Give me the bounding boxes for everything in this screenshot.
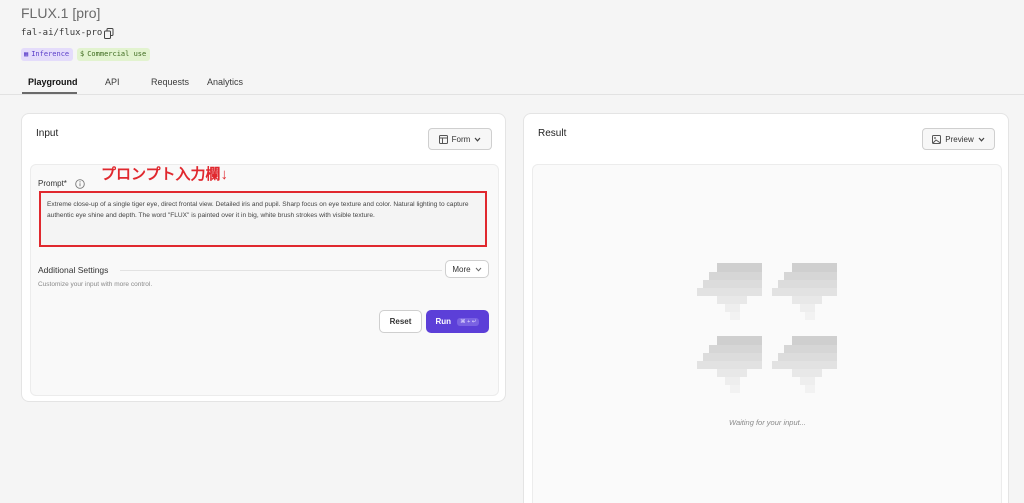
page-title: FLUX.1 [pro]	[21, 5, 101, 21]
tab-api[interactable]: API	[105, 77, 120, 87]
settings-divider	[120, 270, 442, 271]
result-panel-title: Result	[538, 128, 567, 139]
input-panel: Input Form	[21, 113, 506, 402]
prompt-label: Prompt*	[38, 179, 67, 188]
active-tab-indicator	[22, 92, 77, 94]
form-icon	[438, 134, 448, 144]
input-panel-title: Input	[36, 128, 59, 139]
tab-analytics[interactable]: Analytics	[207, 77, 243, 87]
image-icon	[932, 134, 942, 144]
more-settings-button[interactable]: More	[445, 260, 489, 278]
chevron-down-icon	[475, 267, 481, 272]
tab-requests[interactable]: Requests	[151, 77, 189, 87]
inference-badge: ▦ Inference	[21, 48, 74, 61]
reset-button[interactable]: Reset	[379, 310, 422, 333]
run-button-label: Run	[435, 317, 452, 326]
run-shortcut: ⌘ + ↵	[457, 317, 480, 326]
model-id: fal-ai/flux-pro	[21, 28, 103, 38]
copy-icon[interactable]	[104, 28, 114, 39]
waiting-status: Waiting for your input...	[729, 418, 806, 427]
preview-view-select[interactable]: Preview	[922, 128, 995, 150]
commercial-use-badge: $ Commercial use	[77, 48, 151, 61]
prompt-annotation: プロンプト入力欄↓	[101, 166, 229, 183]
chevron-down-icon	[978, 137, 985, 142]
run-button[interactable]: Run ⌘ + ↵	[426, 310, 489, 333]
additional-settings-description: Customize your input with more control.	[38, 281, 153, 288]
tab-playground[interactable]: Playground	[28, 77, 78, 87]
prompt-input[interactable]: Extreme close-up of a single tiger eye, …	[39, 191, 487, 247]
page-header: FLUX.1 [pro] fal-ai/flux-pro ▦ Inference …	[0, 0, 1024, 95]
additional-settings-label: Additional Settings	[38, 265, 109, 275]
placeholder-image-icon	[697, 263, 837, 393]
dollar-icon: $	[80, 50, 85, 58]
chevron-down-icon	[474, 137, 481, 142]
grid-icon: ▦	[24, 50, 29, 58]
form-view-select[interactable]: Form	[428, 128, 492, 150]
info-icon[interactable]	[75, 179, 85, 189]
